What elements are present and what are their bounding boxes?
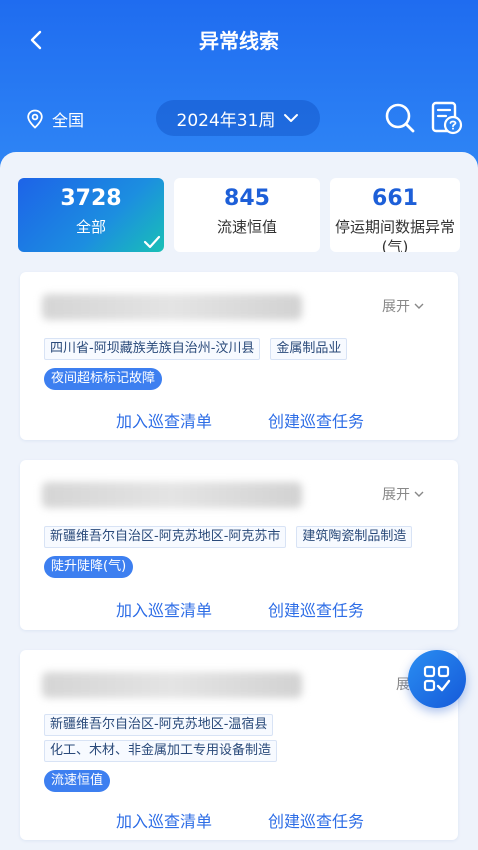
help-document-button[interactable] xyxy=(428,100,464,136)
check-icon xyxy=(143,235,161,249)
tag-line: 新疆维吾尔自治区-阿克苏地区-阿克苏市 建筑陶瓷制品制造 xyxy=(44,526,413,548)
anomaly-status-badge: 陡升陡降(气) xyxy=(44,556,134,578)
create-task-button[interactable]: 创建巡查任务 xyxy=(268,808,364,832)
stat-all[interactable]: 3728 全部 xyxy=(18,178,164,252)
stat-value: 3728 xyxy=(60,186,122,211)
company-name-redacted xyxy=(42,294,302,320)
card-actions: 加入巡查清单 创建巡查任务 xyxy=(20,408,458,432)
industry-tag: 建筑陶瓷制品制造 xyxy=(296,526,413,548)
week-dropdown[interactable]: 2024年31周 xyxy=(156,100,320,136)
add-to-checklist-button[interactable]: 加入巡查清单 xyxy=(116,808,212,832)
add-to-checklist-button[interactable]: 加入巡查清单 xyxy=(116,597,212,621)
chevron-down-icon xyxy=(414,491,424,497)
tag-line: 新疆维吾尔自治区-阿克苏地区-温宿县 xyxy=(44,714,274,736)
expand-toggle[interactable]: 展开 xyxy=(382,296,424,316)
grid-check-icon xyxy=(423,665,451,692)
create-task-button[interactable]: 创建巡查任务 xyxy=(268,597,364,621)
region-tag: 新疆维吾尔自治区-阿克苏地区-阿克苏市 xyxy=(44,526,287,548)
top-header: 异常线索 全国 2024年31周 xyxy=(0,0,478,172)
stat-shutdown-anomaly[interactable]: 661 停运期间数据异常(气) xyxy=(330,178,460,252)
stat-label: 流速恒值 xyxy=(216,218,277,236)
clue-card[interactable]: 展开 新疆维吾尔自治区-阿克苏地区-温宿县 化工、木材、非金属加工专用设备制造 … xyxy=(20,650,458,840)
add-to-checklist-button[interactable]: 加入巡查清单 xyxy=(116,408,212,432)
location-label: 全国 xyxy=(52,111,85,130)
company-name-redacted xyxy=(42,482,302,508)
anomaly-status-badge: 流速恒值 xyxy=(44,770,111,792)
location-selector[interactable]: 全国 xyxy=(26,106,84,132)
tag-line: 化工、木材、非金属加工专用设备制造 xyxy=(44,740,278,762)
chevron-down-icon xyxy=(414,303,424,309)
stats-row: 3728 全部 845 流速恒值 661 停运期间数据异常(气) xyxy=(18,178,460,252)
card-actions: 加入巡查清单 创建巡查任务 xyxy=(20,597,458,621)
stat-flow-constant[interactable]: 845 流速恒值 xyxy=(174,178,320,252)
search-icon xyxy=(385,103,415,133)
create-task-button[interactable]: 创建巡查任务 xyxy=(268,408,364,432)
region-tag: 新疆维吾尔自治区-阿克苏地区-温宿县 xyxy=(44,714,274,736)
location-pin-icon xyxy=(27,109,43,129)
document-question-icon xyxy=(431,101,463,135)
card-actions: 加入巡查清单 创建巡查任务 xyxy=(20,808,458,832)
clue-card[interactable]: 展开 新疆维吾尔自治区-阿克苏地区-阿克苏市 建筑陶瓷制品制造 陡升陡降(气) … xyxy=(20,460,458,630)
clue-card[interactable]: 展开 四川省-阿坝藏族羌族自治州-汶川县 金属制品业 夜间超标标记故障 加入巡查… xyxy=(20,272,458,440)
industry-tag: 化工、木材、非金属加工专用设备制造 xyxy=(44,740,278,762)
expand-label: 展开 xyxy=(382,299,410,315)
anomaly-status-badge: 夜间超标标记故障 xyxy=(44,368,163,390)
checklist-fab[interactable] xyxy=(408,650,466,708)
expand-toggle[interactable]: 展开 xyxy=(382,484,424,504)
company-name-redacted xyxy=(42,672,302,698)
stat-value: 845 xyxy=(224,186,270,211)
industry-tag: 金属制品业 xyxy=(270,338,348,360)
region-tag: 四川省-阿坝藏族羌族自治州-汶川县 xyxy=(44,338,261,360)
week-label: 2024年31周 xyxy=(176,110,276,131)
expand-label: 展开 xyxy=(382,487,410,503)
page-title: 异常线索 xyxy=(199,29,279,53)
tag-line: 四川省-阿坝藏族羌族自治州-汶川县 金属制品业 xyxy=(44,338,348,360)
stat-label: 停运期间数据异常(气) xyxy=(334,218,455,252)
chevron-down-icon xyxy=(284,114,299,122)
stat-value: 661 xyxy=(372,186,418,211)
search-button[interactable] xyxy=(382,100,418,136)
